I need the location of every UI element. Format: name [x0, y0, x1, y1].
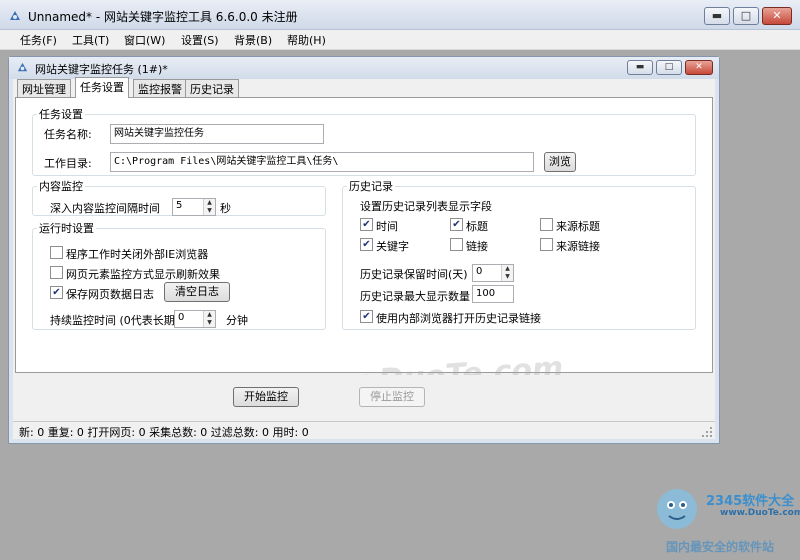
history-legend: 历史记录 [349, 180, 393, 193]
field-title-checkbox[interactable]: ✔ [450, 218, 463, 231]
field-link-checkbox[interactable] [450, 238, 463, 251]
menubar: 任务(F) 工具(T) 窗口(W) 设置(S) 背景(B) 帮助(H) [0, 30, 800, 50]
interval-value: 5 [176, 200, 183, 211]
child-window: 网站关键字监控任务 (1#)* ▬ □ ✕ 网址管理 任务设置 监控报警 历史记… [8, 56, 720, 444]
max-count-label: 历史记录最大显示数量 [360, 290, 470, 303]
menu-settings[interactable]: 设置(S) [181, 32, 219, 48]
internal-browser-checkbox[interactable]: ✔ [360, 310, 373, 323]
child-satellite-icon [17, 62, 28, 72]
menu-help[interactable]: 帮助(H) [287, 32, 326, 48]
field-time-checkbox[interactable]: ✔ [360, 218, 373, 231]
fields-label: 设置历史记录列表显示字段 [360, 200, 492, 213]
app-satellite-icon [10, 11, 20, 20]
logo-brand: 2345软件大全 [706, 494, 795, 509]
stepper-arrows-icon[interactable]: ▲ ▼ [501, 265, 513, 281]
clear-log-button[interactable]: 清空日志 [164, 282, 230, 302]
mascot-logo-icon [657, 489, 697, 529]
field-link-label[interactable]: 链接 [466, 238, 488, 254]
field-source-title-label[interactable]: 来源标题 [556, 218, 600, 234]
close-ie-checkbox[interactable] [50, 246, 63, 259]
field-keyword-checkbox[interactable]: ✔ [360, 238, 373, 251]
keep-days-label: 历史记录保留时间(天) [360, 268, 468, 281]
logo-url: www.DuoTe.com [720, 508, 800, 518]
child-titlebar[interactable]: 网站关键字监控任务 (1#)* ▬ □ ✕ [9, 57, 719, 79]
tab-history[interactable]: 历史记录 [185, 79, 239, 97]
action-bar: 开始监控 停止监控 [15, 375, 713, 419]
refresh-effect-label[interactable]: 网页元素监控方式显示刷新效果 [66, 266, 220, 282]
duration-stepper[interactable]: 0 ▲ ▼ [174, 310, 216, 328]
runtime-legend: 运行时设置 [39, 222, 94, 235]
field-source-title-checkbox[interactable] [540, 218, 553, 231]
content-monitor-legend: 内容监控 [39, 180, 83, 193]
work-dir-input[interactable]: C:\Program Files\网站关键字监控工具\任务\ [110, 152, 534, 172]
keep-days-stepper[interactable]: 0 ▲ ▼ [472, 264, 514, 282]
max-count-input[interactable]: 100 [472, 285, 514, 303]
field-source-link-checkbox[interactable] [540, 238, 553, 251]
app-titlebar[interactable]: Unnamed* - 网站关键字监控工具 6.6.0.0 未注册 ▬ □ ✕ [0, 0, 800, 30]
child-maximize-button[interactable]: □ [656, 60, 682, 75]
status-bar: 新: 0 重复: 0 打开网页: 0 采集总数: 0 过滤总数: 0 用时: 0 [13, 421, 715, 439]
stop-monitor-button[interactable]: 停止监控 [359, 387, 425, 407]
refresh-effect-checkbox[interactable] [50, 266, 63, 279]
tab-monitor-alarm[interactable]: 监控报警 [133, 79, 187, 97]
menu-task[interactable]: 任务(F) [20, 32, 57, 48]
interval-label: 深入内容监控间隔时间 [50, 202, 160, 215]
task-settings-panel: 任务设置 任务名称: 网站关键字监控任务 工作目录: C:\Program Fi… [15, 97, 713, 405]
keep-days-value: 0 [476, 266, 483, 277]
save-log-label[interactable]: 保存网页数据日志 [66, 286, 154, 302]
child-body: 网址管理 任务设置 监控报警 历史记录 任务设置 任务名称: 网站关键字监控任务… [13, 77, 715, 439]
close-ie-label[interactable]: 程序工作时关闭外部IE浏览器 [66, 246, 208, 262]
task-name-label: 任务名称: [44, 128, 92, 141]
minimize-button[interactable]: ▬ [704, 7, 730, 25]
logo-slogan: 国内最安全的软件站 [666, 540, 775, 554]
duration-label: 持续监控时间 (0代表长期) [50, 314, 180, 327]
stepper-arrows-icon[interactable]: ▲ ▼ [203, 199, 215, 215]
stepper-arrows-icon[interactable]: ▲ ▼ [203, 311, 215, 327]
corner-logo: 2345软件大全 www.DuoTe.com 国内最安全的软件站 [652, 480, 800, 560]
maximize-button[interactable]: □ [733, 7, 759, 25]
browse-button[interactable]: 浏览 [544, 152, 576, 172]
work-dir-label: 工作目录: [44, 157, 92, 170]
task-settings-legend: 任务设置 [39, 108, 83, 121]
save-log-checkbox[interactable]: ✔ [50, 286, 63, 299]
menu-tools[interactable]: 工具(T) [72, 32, 109, 48]
child-title: 网站关键字监控任务 (1#)* [35, 63, 168, 76]
tab-task-settings[interactable]: 任务设置 [75, 77, 129, 98]
field-source-link-label[interactable]: 来源链接 [556, 238, 600, 254]
tab-url-management[interactable]: 网址管理 [17, 79, 71, 97]
task-name-input[interactable]: 网站关键字监控任务 [110, 124, 324, 144]
status-text: 新: 0 重复: 0 打开网页: 0 采集总数: 0 过滤总数: 0 用时: 0 [19, 426, 309, 439]
menu-window[interactable]: 窗口(W) [124, 32, 165, 48]
child-close-button[interactable]: ✕ [685, 60, 713, 75]
field-keyword-label[interactable]: 关键字 [376, 238, 409, 254]
duration-unit: 分钟 [226, 314, 248, 327]
app-title: Unnamed* - 网站关键字监控工具 6.6.0.0 未注册 [28, 10, 298, 24]
duration-value: 0 [178, 312, 185, 323]
child-minimize-button[interactable]: ▬ [627, 60, 653, 75]
interval-unit: 秒 [220, 202, 231, 215]
field-title-label[interactable]: 标题 [466, 218, 488, 234]
interval-stepper[interactable]: 5 ▲ ▼ [172, 198, 216, 216]
resize-grip-icon[interactable] [701, 426, 713, 438]
internal-browser-label[interactable]: 使用内部浏览器打开历史记录链接 [376, 310, 541, 326]
menu-background[interactable]: 背景(B) [234, 32, 272, 48]
field-time-label[interactable]: 时间 [376, 218, 398, 234]
start-monitor-button[interactable]: 开始监控 [233, 387, 299, 407]
close-button[interactable]: ✕ [762, 7, 792, 25]
